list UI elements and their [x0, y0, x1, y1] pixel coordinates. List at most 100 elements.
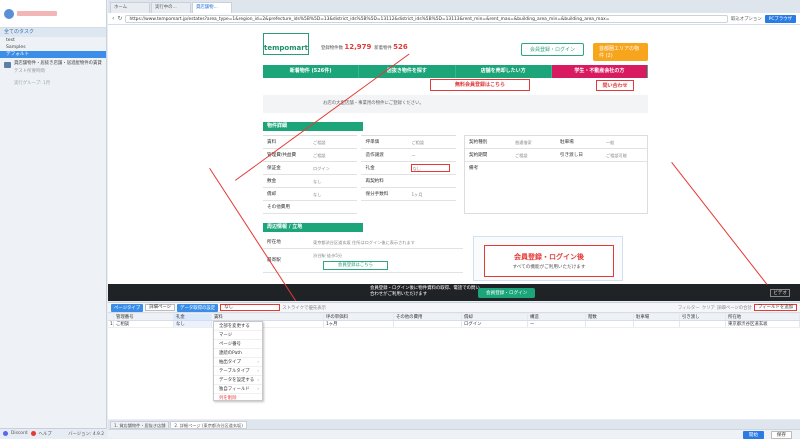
all-tasks-header[interactable]: 全てのタスク — [0, 28, 106, 37]
details-right: 契約種別 普通借家 駐車場 一般 契約期間 ご相談 引き渡し日 ご相談可能 備考 — [463, 135, 648, 214]
task-tabs: 1. 貸店舗物件・居抜き店舗 2. 詳細ページ (東京都渋谷区道玄坂) — [108, 420, 800, 429]
task-icon — [4, 62, 11, 68]
location-section: 周辺情報 / 立地 所在地 東京都渋谷区道玄坂 住所はログイン後に表示されます 最… — [263, 223, 648, 281]
cell[interactable]: ー — [528, 321, 586, 327]
col-7[interactable]: 階数 — [586, 314, 634, 320]
col-4[interactable]: その他の費用 — [394, 314, 462, 320]
cell[interactable]: なし — [174, 321, 212, 327]
menu-extract-type[interactable]: 抽出タイプ › — [214, 358, 262, 367]
site-register-button[interactable]: 会員登録・ログイン — [521, 43, 585, 56]
row-zosaku-value: ー — [411, 153, 416, 158]
row-other-key: その他費用 — [267, 205, 290, 210]
chevron-right-icon: › — [257, 369, 259, 374]
dedupe-button[interactable]: 詳細ページの合計 — [717, 305, 752, 311]
site-nav: 新着物件 (526件) 居抜き物件を探す 店舗を売却したい方 学生・不動産会社の… — [263, 65, 648, 78]
inquiry-button[interactable]: 問い合わせ — [596, 80, 634, 91]
site-logo[interactable]: tempomart — [263, 33, 309, 55]
row-shokyaku-key: 償却 — [267, 192, 277, 197]
cell[interactable]: ご相談 — [114, 321, 174, 327]
help-link[interactable]: ヘルプ — [39, 431, 52, 437]
row-period-key: 契約期間 — [468, 153, 488, 158]
row-contract-value: 普通借家 — [514, 140, 532, 145]
stat-total-value: 12,979 — [344, 43, 372, 51]
back-icon[interactable]: ‹ — [112, 15, 114, 22]
folder-samples[interactable]: Samples — [0, 44, 106, 51]
menu-custom-field-label: 独自フィールド — [219, 387, 250, 392]
row-tsubo-value: ご相談 — [411, 140, 425, 145]
nav-sell[interactable]: 店舗を売却したい方 — [456, 65, 552, 78]
col-2[interactable]: 賃料 — [212, 314, 324, 320]
member-box[interactable]: 会員登録・ログイン後 すべての機能がご利用いただけます — [484, 245, 614, 277]
discord-link[interactable]: Discord — [11, 431, 28, 436]
area-button[interactable]: 首都圏エリアの物件 (2) — [593, 43, 648, 61]
task-tab-1[interactable]: 1. 貸店舗物件・居抜き店舗 — [110, 421, 170, 429]
row-contract: 契約種別 普通借家 駐車場 一般 — [464, 136, 647, 149]
left-header — [0, 0, 106, 28]
refresh-icon[interactable]: ↻ — [117, 15, 122, 22]
url-input[interactable]: https://www.tempomart.jp/estates?area_ty… — [125, 14, 728, 23]
page-type-select[interactable]: 詳細ページ — [145, 304, 176, 311]
menu-path[interactable]: 連続のPath — [214, 349, 262, 358]
stat-total: 登録物件数 12,979 新着物件 526 — [321, 43, 408, 51]
task-sub: テスト所要時間 — [14, 69, 45, 74]
row-fee: 保分手数料 1ヶ月 — [361, 188, 456, 201]
location-register-button[interactable]: 会員登録はこちら — [323, 261, 388, 270]
row-renewal-key: 再契約料 — [365, 179, 384, 184]
col-3[interactable]: 坪の単価料 — [324, 314, 394, 320]
row-renewal-value — [411, 175, 455, 187]
cell[interactable] — [680, 321, 726, 327]
tab-active[interactable]: 貸店舗物... — [192, 2, 232, 13]
row-reikin-value[interactable]: なし — [411, 164, 450, 172]
menu-modify-all[interactable]: 全部を変更する — [214, 322, 262, 331]
col-0[interactable]: 管理番号 — [114, 314, 174, 320]
tab-running[interactable]: 実行中の... — [151, 2, 191, 13]
menu-merge[interactable]: マージ — [214, 331, 262, 340]
menu-delete-column[interactable]: 列を削除 — [214, 394, 262, 403]
nav-student[interactable]: 学生・不動産会社の方 — [551, 65, 648, 78]
menu-page-number[interactable]: ページ番号 — [214, 340, 262, 349]
discord-icon[interactable] — [3, 431, 8, 436]
table-row[interactable]: 1 ご相談 なし 1ヶ月 ログイン ー 東京都渋谷区道玄坂 — [108, 321, 800, 328]
clear-button[interactable]: クリア — [702, 305, 715, 311]
pc-browser-button[interactable]: PCブラウザ — [764, 14, 796, 23]
import-options[interactable]: 取込オプション — [731, 16, 762, 22]
col-1[interactable]: 礼金 — [174, 314, 212, 320]
menu-custom-field[interactable]: 独自フィールド › — [214, 385, 262, 394]
cell[interactable] — [586, 321, 634, 327]
free-register-button[interactable]: 無料会員登録はこちら — [430, 79, 530, 91]
cell[interactable]: 1ヶ月 — [324, 321, 394, 327]
filter-button[interactable]: フィルター — [678, 305, 700, 311]
overlay-login-button[interactable]: 会員登録・ログイン — [478, 288, 536, 298]
col-5[interactable]: 償却 — [462, 314, 528, 320]
tab-home[interactable]: ホーム — [110, 2, 150, 13]
col-9[interactable]: 引き渡し — [680, 314, 726, 320]
folder-test[interactable]: test — [0, 37, 106, 44]
view-mode[interactable]: ビデオ — [770, 289, 790, 297]
col-8[interactable]: 駐車場 — [634, 314, 680, 320]
add-field-button[interactable]: フィールドを追加 — [753, 304, 797, 311]
section-title-location: 周辺情報 / 立地 — [263, 223, 363, 232]
help-icon[interactable] — [30, 431, 36, 436]
cell[interactable] — [394, 321, 462, 327]
page-type-label: ページタイプ — [111, 303, 144, 312]
cell[interactable] — [634, 321, 680, 327]
col-6[interactable]: 構造 — [528, 314, 586, 320]
menu-set-data[interactable]: データを設定する › — [214, 376, 262, 385]
folder-default[interactable]: デフォルト — [0, 51, 106, 58]
task-item[interactable]: 貸店舗物件・居抜き店舗・居酒屋物件の賃貸 テスト所要時間 — [0, 58, 106, 80]
row-shokyaku-value: なし — [313, 192, 322, 197]
mode-select[interactable]: なし — [220, 304, 281, 311]
login-overlay: 会員登録・ログイン後に物件資料の取得、電話での問い合わせがご利用いただけます 会… — [108, 284, 800, 301]
col-10[interactable]: 所在地 — [726, 314, 800, 320]
nav-new[interactable]: 新着物件 (526件) — [263, 65, 360, 78]
row-parking-key: 駐車場 — [559, 140, 574, 145]
row-rent-value: ご相談 — [313, 140, 326, 145]
cell[interactable]: 東京都渋谷区道玄坂 — [726, 321, 800, 327]
app-logo-icon — [4, 8, 14, 19]
menu-table-type[interactable]: テーブルタイプ › — [214, 367, 262, 376]
row-mgmt: 管理費/共益費 ご相談 — [263, 149, 358, 162]
cell[interactable]: ログイン — [462, 321, 528, 327]
address-bar: ‹ ↻ https://www.tempomart.jp/estates?are… — [108, 13, 800, 25]
task-tab-2[interactable]: 2. 詳細ページ (東京都渋谷区道玄坂) — [170, 421, 247, 429]
nav-search[interactable]: 居抜き物件を探す — [359, 65, 456, 78]
